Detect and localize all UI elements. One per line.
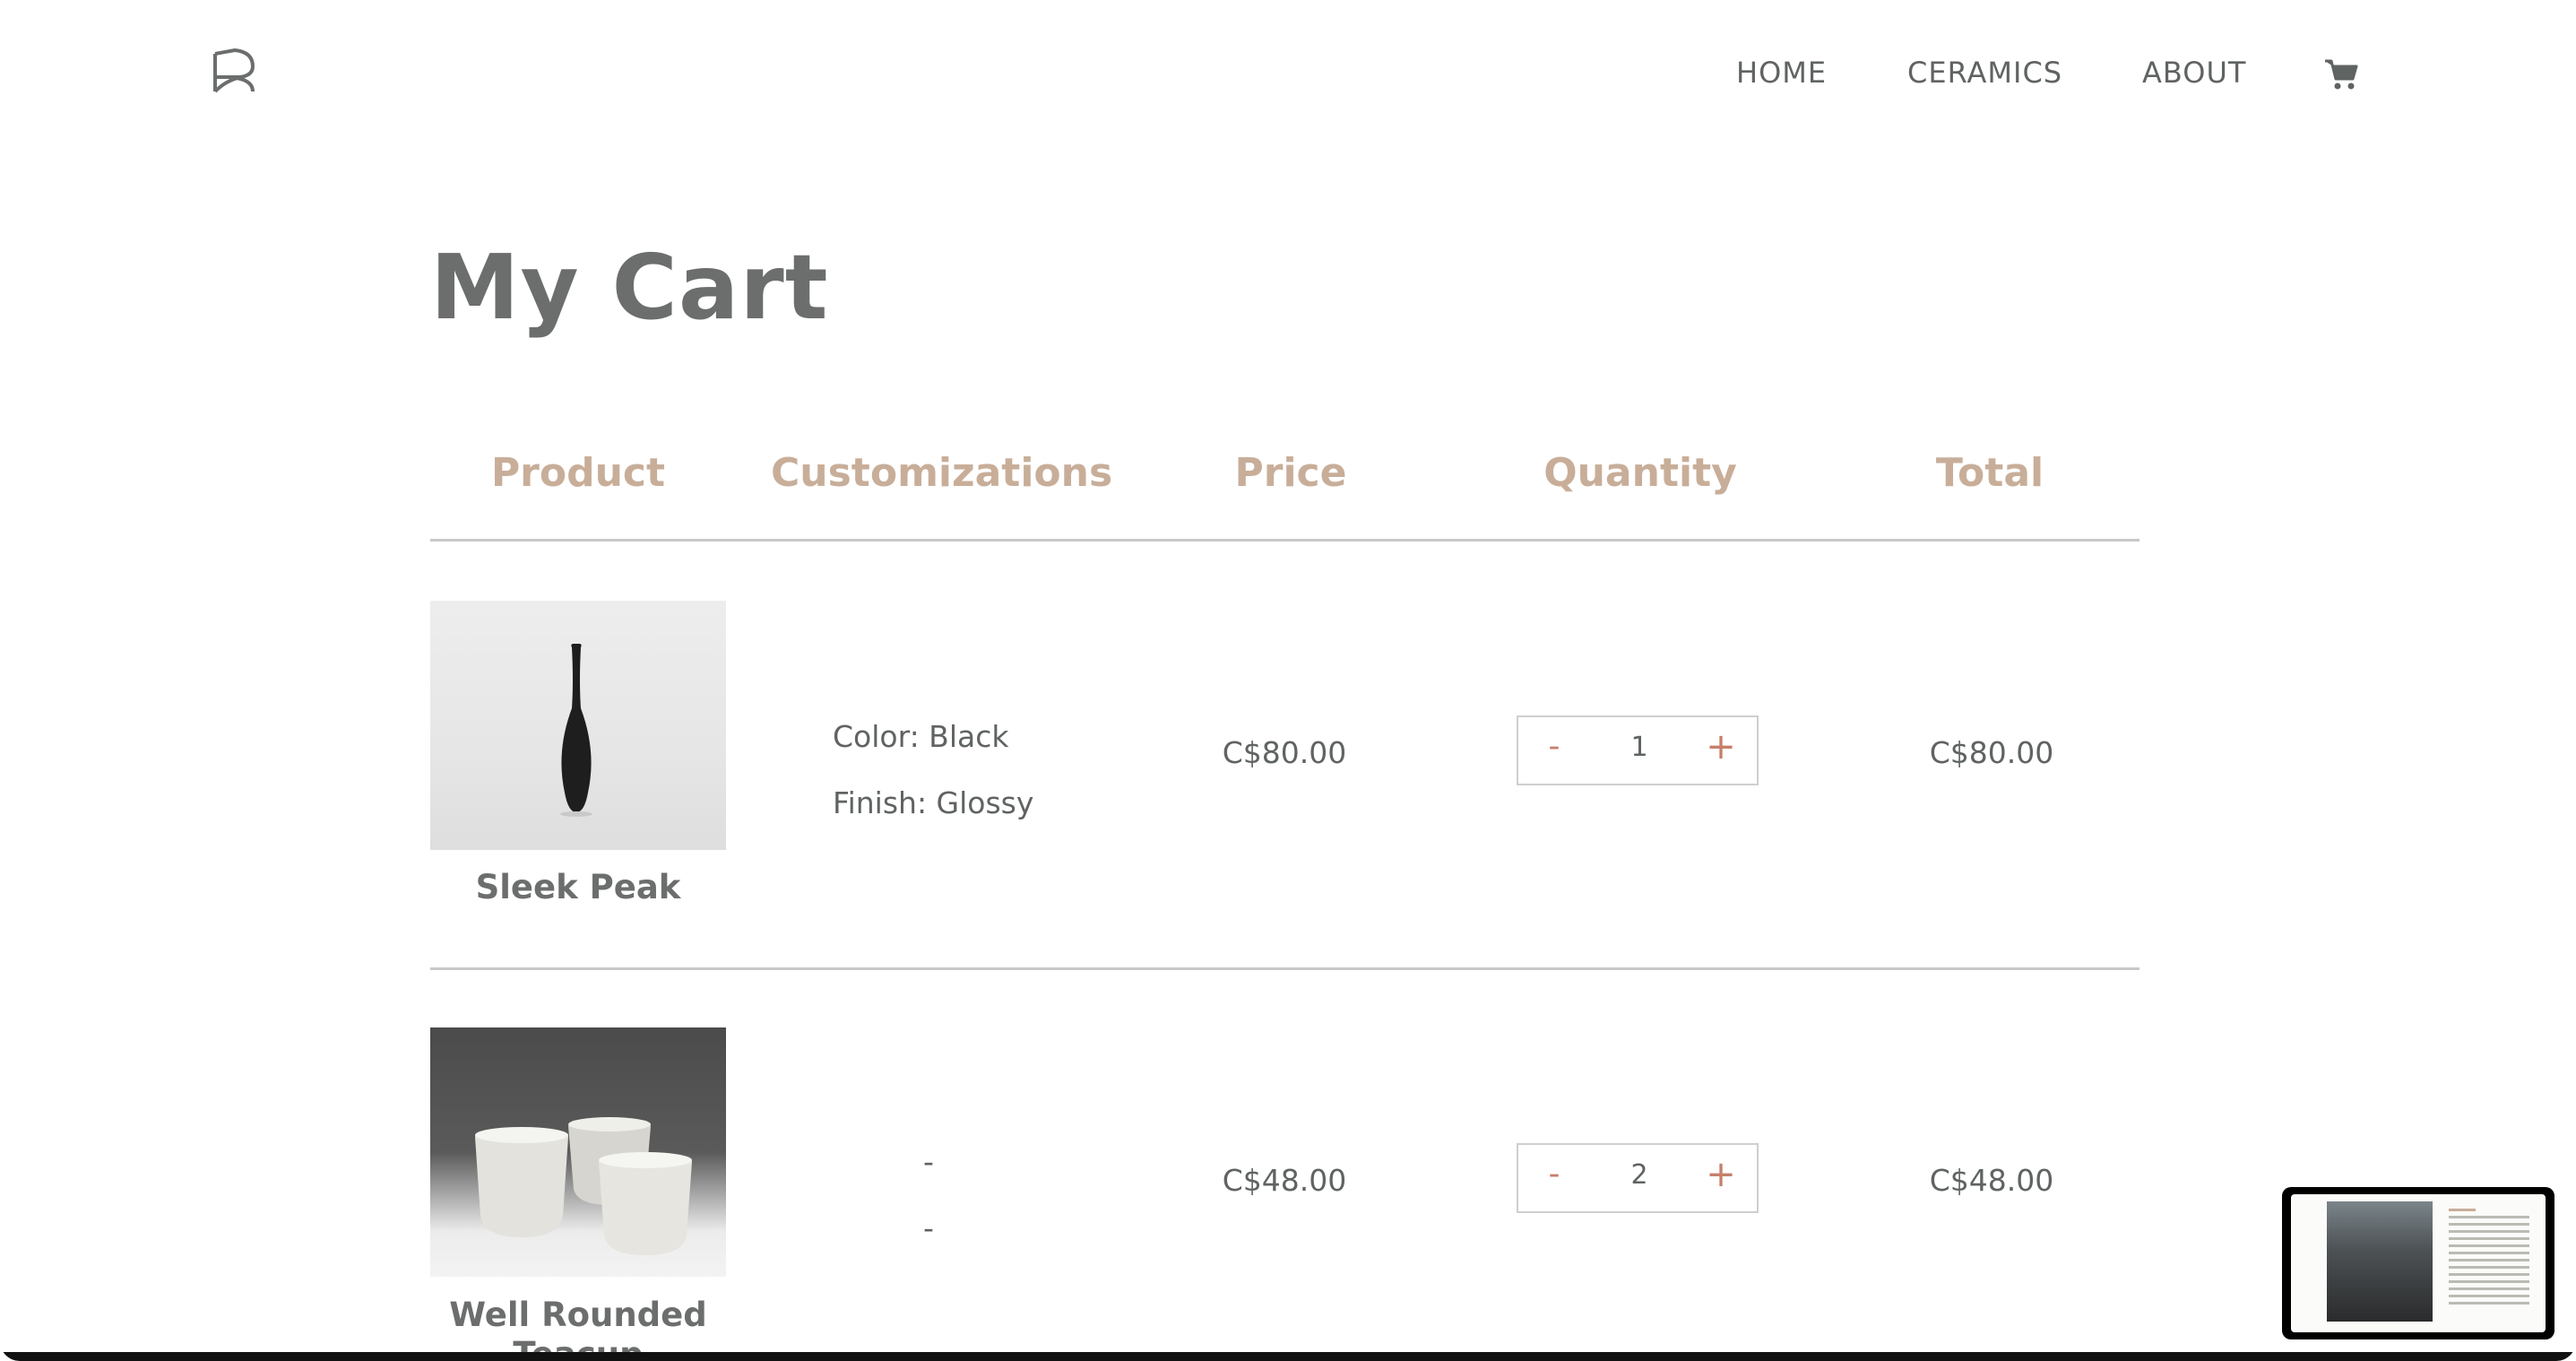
column-header-quantity: Quantity [1543,450,1737,496]
video-preview-frame [2291,1194,2546,1332]
line-total: C$48.00 [1929,1163,2054,1198]
quantity-value[interactable]: 1 [1599,732,1680,763]
decrement-button[interactable]: - [1536,1156,1572,1201]
quantity-value[interactable]: 2 [1599,1159,1680,1191]
window-bottom-edge [0,1352,2576,1361]
header-divider [430,539,2139,542]
increment-button[interactable]: + [1703,1154,1739,1199]
line-total: C$80.00 [1929,735,2054,770]
customization-color: Color: Black [833,719,1009,754]
product-name[interactable]: Sleek Peak [430,868,726,907]
video-preview-photo [2327,1201,2433,1322]
page-title: My Cart [430,235,829,340]
column-header-customizations: Customizations [771,450,1113,496]
row-divider [430,967,2139,970]
column-header-product: Product [490,450,666,496]
shopping-cart-icon[interactable] [2323,57,2359,91]
increment-button[interactable]: + [1703,726,1739,771]
nav-ceramics[interactable]: CERAMICS [1907,56,2062,90]
column-header-total: Total [1935,450,2044,496]
page: HOME CERAMICS ABOUT My Cart Product Cust… [0,0,2576,1361]
unit-price: C$80.00 [1222,735,1347,770]
nav-home[interactable]: HOME [1736,56,1827,90]
main-nav: HOME CERAMICS ABOUT [0,56,2576,100]
customization-finish: - [923,1210,934,1245]
customization-finish: Finish: Glossy [833,785,1034,820]
nav-about[interactable]: ABOUT [2142,56,2246,90]
product-image-teacups[interactable] [430,1027,726,1277]
customization-color: - [923,1144,934,1179]
decrement-button[interactable]: - [1536,728,1572,773]
product-image-vase[interactable] [430,601,726,850]
column-header-price: Price [1234,450,1347,496]
video-preview-text-lines [2449,1209,2529,1325]
quantity-stepper: - 2 + [1517,1143,1759,1213]
video-preview-thumbnail[interactable] [2282,1187,2554,1339]
quantity-stepper: - 1 + [1517,715,1759,785]
unit-price: C$48.00 [1222,1163,1347,1198]
